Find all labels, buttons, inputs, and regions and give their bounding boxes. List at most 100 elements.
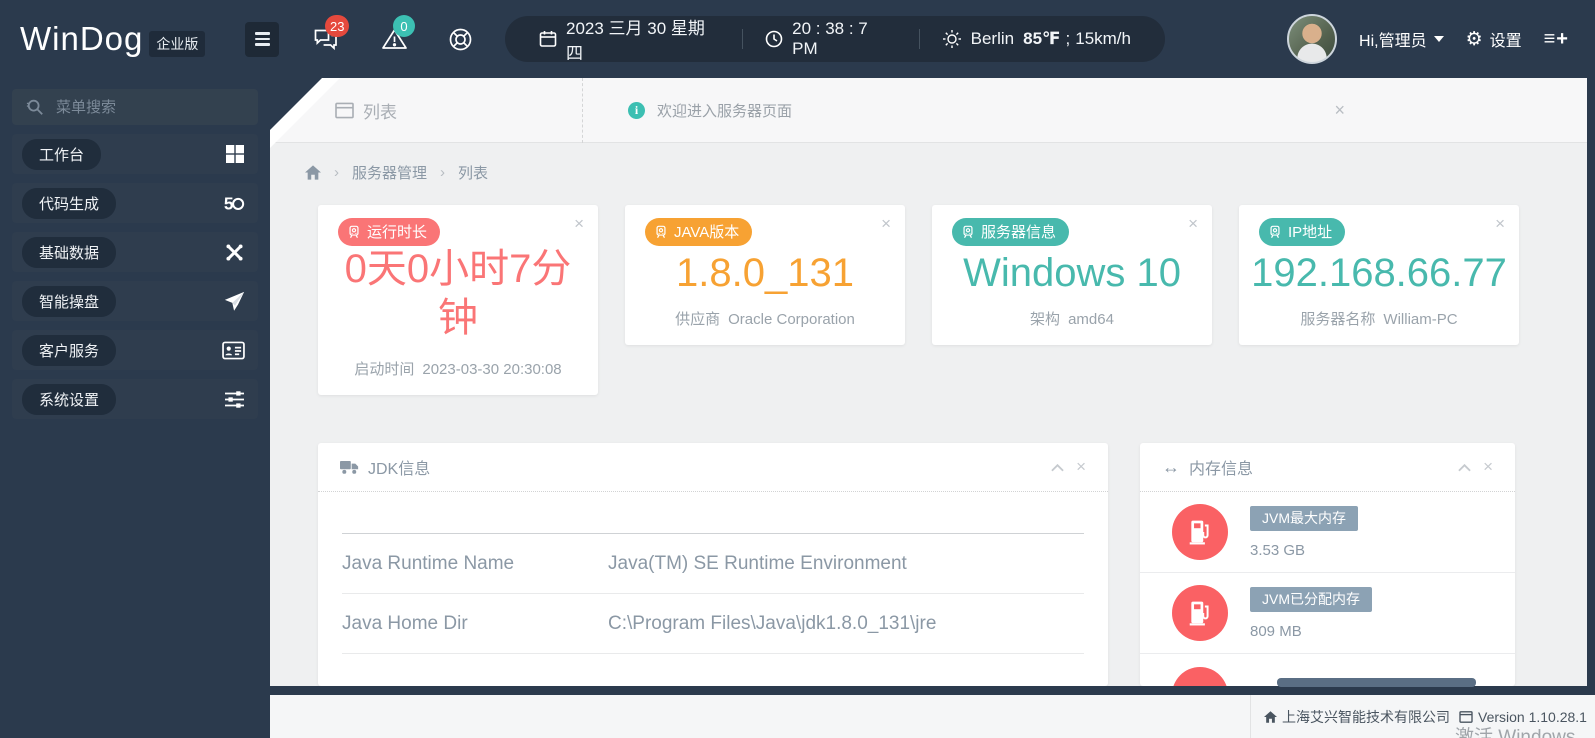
truck-icon — [340, 460, 359, 475]
divider — [918, 29, 920, 49]
table-row: Java Runtime Name Java(TM) SE Runtime En… — [342, 534, 1084, 594]
notification-close-icon[interactable]: × — [1334, 100, 1345, 121]
menu-search[interactable] — [12, 89, 258, 125]
card-badge: IP地址 — [1259, 218, 1346, 246]
java-version-value: 1.8.0_131 — [676, 251, 854, 295]
tab-bar: 列表 i 欢迎进入服务器页面 × — [270, 78, 1595, 148]
sliders-icon — [224, 390, 245, 409]
card-badge-label: IP地址 — [1288, 224, 1333, 241]
messages-count-badge: 23 — [325, 15, 350, 37]
sidebar-item-label: 客户服务 — [22, 334, 117, 366]
500px-icon: 5 — [223, 192, 245, 214]
memory-info-panel: ↔ 内存信息 × JVM最大内存 3.53 GB JVM已分配内存 809 MB — [1140, 443, 1515, 686]
card-java-version: JAVA版本 × 1.8.0_131 供应商 Oracle Corporation — [625, 205, 905, 345]
jdk-table: Java Runtime Name Java(TM) SE Runtime En… — [342, 533, 1084, 654]
tab-list[interactable]: 列表 — [335, 98, 397, 123]
caption-label: 服务器名称 — [1300, 311, 1376, 328]
datetime-weather-bar: 2023 三月 30 星期四 20 : 38 : 7 PM Berlin 85℉… — [505, 14, 1165, 64]
messages-button[interactable]: 23 — [313, 15, 350, 51]
date-segment: 2023 三月 30 星期四 — [539, 14, 720, 64]
user-menu[interactable]: Hi,管理员 — [1359, 27, 1444, 51]
horizontal-scrollbar-track[interactable] — [270, 686, 1595, 695]
time-segment: 20 : 38 : 7 PM — [765, 19, 897, 59]
breadcrumb-server-management[interactable]: 服务器管理 — [352, 162, 427, 183]
os-value: Windows 10 — [963, 251, 1181, 295]
search-input[interactable] — [56, 98, 226, 116]
card-close-icon[interactable]: × — [574, 214, 584, 234]
chevron-right-icon: › — [334, 163, 339, 181]
home-icon[interactable] — [305, 164, 321, 180]
settings-button[interactable]: ⚙ 设置 — [1466, 27, 1522, 51]
memory-metric-badge: JVM最大内存 — [1250, 505, 1358, 531]
joomla-icon — [224, 242, 245, 263]
alerts-button[interactable]: 0 — [381, 15, 415, 51]
card-badge-label: JAVA版本 — [674, 224, 740, 241]
card-badge: 运行时长 — [338, 218, 441, 246]
caption-label: 架构 — [1030, 311, 1061, 328]
vertical-scrollbar-track[interactable] — [1587, 78, 1595, 695]
list-plus-icon[interactable]: ≡+ — [1544, 28, 1569, 51]
sidebar-item-systemsettings[interactable]: 系统设置 — [12, 379, 258, 419]
gear-icon: ⚙ — [1465, 28, 1483, 50]
sidebar-item-customerservice[interactable]: 客户服务 — [12, 330, 258, 370]
tab-label: 列表 — [363, 103, 397, 122]
sidebar-item-label: 智能操盘 — [22, 285, 117, 317]
train-icon — [349, 225, 359, 238]
welcome-notification: i 欢迎进入服务器页面 × — [618, 78, 1595, 143]
card-caption: 架构 amd64 — [932, 308, 1212, 329]
weather-sun-icon — [942, 29, 962, 49]
card-server-info: 服务器信息 × Windows 10 架构 amd64 — [932, 205, 1212, 345]
support-button[interactable] — [448, 27, 473, 52]
sidebar-item-workbench[interactable]: 工作台 — [12, 134, 258, 174]
sidebar-item-codegen[interactable]: 代码生成 5 — [12, 183, 258, 223]
list-item: JVM已分配内存 809 MB — [1140, 573, 1515, 654]
panel-close-icon[interactable]: × — [1483, 457, 1493, 477]
calendar-icon — [539, 30, 557, 48]
sidebar-toggle-button[interactable] — [245, 21, 279, 57]
table-row: Java Home Dir C:\Program Files\Java\jdk1… — [342, 594, 1084, 654]
brand-logo: WinDog 企业版 — [20, 20, 245, 58]
train-icon — [963, 225, 973, 238]
weather-segment: Berlin 85℉ ; 15km/h — [942, 29, 1131, 49]
user-avatar[interactable] — [1287, 14, 1338, 64]
card-badge: 服务器信息 — [952, 218, 1070, 246]
horizontal-scrollbar-thumb[interactable] — [1277, 678, 1476, 687]
card-close-icon[interactable]: × — [1495, 214, 1505, 234]
card-close-icon[interactable]: × — [881, 214, 891, 234]
sidebar-item-smarttrade[interactable]: 智能操盘 — [12, 281, 258, 321]
card-caption: 供应商 Oracle Corporation — [625, 308, 905, 329]
card-badge-label: 服务器信息 — [981, 224, 1057, 241]
caption-label: 供应商 — [675, 311, 721, 328]
card-ip-address: IP地址 × 192.168.66.77 服务器名称 William-PC — [1239, 205, 1519, 345]
gas-pump-icon — [1172, 666, 1228, 686]
collapse-chevron-icon[interactable] — [1051, 463, 1064, 472]
alerts-count-badge: 0 — [393, 15, 415, 37]
arrows-horizontal-icon: ↔ — [1162, 456, 1180, 477]
sidebar-item-label: 工作台 — [22, 138, 102, 170]
clock-icon — [765, 30, 783, 48]
panels-row: JDK信息 × Java Runtime Name Java(TM) SE Ru… — [318, 443, 1515, 686]
sidebar: 工作台 代码生成 5 基础数据 智能操盘 — [0, 78, 270, 738]
panel-close-icon[interactable]: × — [1076, 457, 1086, 477]
memory-metric-badge: JVM已分配内存 — [1250, 586, 1372, 612]
card-caption: 服务器名称 William-PC — [1239, 308, 1519, 329]
caption-value: Oracle Corporation — [728, 311, 855, 328]
notification-text: 欢迎进入服务器页面 — [657, 103, 793, 120]
jdk-info-panel: JDK信息 × Java Runtime Name Java(TM) SE Ru… — [318, 443, 1108, 686]
footer-company: 上海艾兴智能技术有限公司 — [1282, 708, 1450, 725]
info-icon: i — [628, 102, 645, 119]
weather-sep: ; — [1065, 29, 1071, 48]
jdk-row-label: Java Home Dir — [342, 612, 468, 634]
collapse-chevron-icon[interactable] — [1458, 463, 1471, 472]
date-text: 2023 三月 30 星期四 — [566, 19, 705, 63]
breadcrumb-list[interactable]: 列表 — [458, 162, 488, 183]
time-text: 20 : 38 : 7 PM — [792, 19, 868, 58]
panel-title: JDK信息 — [368, 461, 431, 478]
jdk-row-label: Java Runtime Name — [342, 552, 515, 574]
top-header: WinDog 企业版 23 0 2023 三月 30 星期四 20: 38:… — [0, 0, 1595, 78]
caption-label: 启动时间 — [354, 361, 415, 378]
memory-metric-value: 3.53 GB — [1250, 541, 1306, 559]
card-close-icon[interactable]: × — [1188, 214, 1198, 234]
sidebar-item-basedata[interactable]: 基础数据 — [12, 232, 258, 272]
weather-temp: 85℉ — [1023, 29, 1061, 48]
